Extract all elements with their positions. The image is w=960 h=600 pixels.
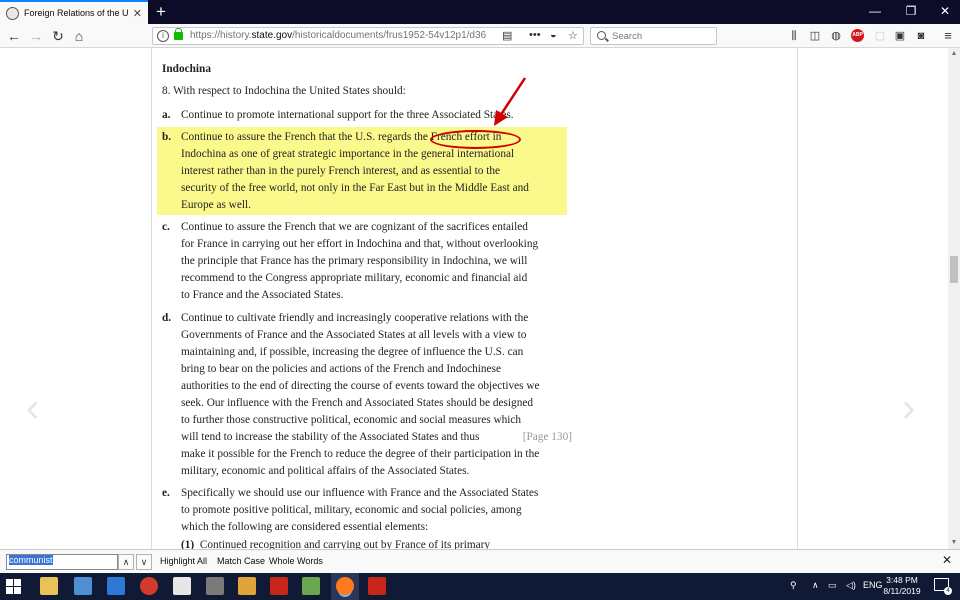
reload-icon[interactable]: ↻ [49, 27, 67, 45]
sublime-text-icon[interactable] [238, 577, 256, 595]
column-divider [151, 48, 152, 549]
library-icon[interactable]: ⫼ [786, 28, 802, 44]
subitem-1: (1) Continued recognition and carrying o… [181, 539, 491, 549]
scroll-down-arrow-icon[interactable]: ▼ [948, 537, 960, 549]
clock-time: 3:48 PM [886, 575, 918, 585]
screenshot-icon[interactable]: ▣ [892, 28, 908, 44]
acrobat-icon[interactable] [270, 577, 288, 595]
list-item-d: Continue to cultivate friendly and incre… [181, 312, 572, 477]
previous-document-arrow-icon[interactable]: ‹ [26, 388, 39, 428]
show-hidden-icons[interactable]: ∧ [812, 580, 819, 591]
state-dept-seal-icon [6, 6, 19, 20]
back-arrow-icon[interactable]: ← [5, 27, 23, 45]
tab-foreign-relations[interactable]: Foreign Relations of the United ✕ [0, 0, 148, 24]
camera-icon[interactable]: ◙ [913, 28, 929, 44]
page-reference-link[interactable]: [Page 130] [523, 429, 572, 446]
firefox-icon[interactable] [336, 577, 354, 595]
windows-start-icon[interactable] [6, 579, 22, 595]
scrollbar-thumb[interactable] [950, 256, 958, 283]
search-placeholder: Search [612, 31, 643, 42]
item-label-a: a. [162, 109, 171, 121]
menu-icon[interactable]: ≡ [940, 28, 956, 44]
annotation-circle [430, 130, 521, 149]
find-bar-close-icon[interactable]: ✕ [942, 553, 952, 567]
whole-words-toggle[interactable]: Whole Words [269, 556, 323, 566]
extension-blank-icon[interactable]: ▢ [872, 28, 888, 44]
notification-count-badge: 4 [944, 587, 952, 595]
notepad-plus-plus-icon[interactable] [302, 577, 320, 595]
network-icon[interactable]: ▭ [828, 580, 837, 591]
next-document-arrow-icon[interactable]: › [902, 388, 915, 428]
reader-view-icon[interactable]: ▤ [502, 29, 512, 42]
people-icon[interactable]: ⚲ [790, 580, 797, 591]
list-item-c: Continue to assure the French that we ar… [181, 221, 539, 301]
sidebar-icon[interactable]: ◫ [807, 28, 823, 44]
windows-taskbar: ⚲ ∧ ▭ ◁) ENG 3:48 PM 8/11/2019 4 [0, 573, 960, 600]
item-label-e: e. [162, 487, 170, 499]
site-info-icon[interactable]: i [157, 30, 169, 42]
pocket-icon[interactable]: ◒ [550, 29, 557, 41]
address-bar[interactable]: i https://history.state.gov/historicaldo… [152, 27, 584, 45]
tab-title: Foreign Relations of the United [24, 8, 128, 18]
navigation-toolbar: ← → ↻ ⌂ i https://history.state.gov/hist… [0, 24, 960, 48]
document-app-icon[interactable] [74, 577, 92, 595]
forward-arrow-icon[interactable]: → [27, 27, 45, 45]
acrobat-reader-icon[interactable] [368, 577, 386, 595]
maximize-button[interactable]: ❐ [894, 0, 928, 24]
tab-close-icon[interactable]: ✕ [133, 7, 142, 20]
find-input[interactable]: communist [6, 554, 118, 570]
system-clock[interactable]: 3:48 PM 8/11/2019 [872, 575, 932, 597]
item-label-b: b. [162, 131, 172, 143]
text-editor-icon[interactable] [206, 577, 224, 595]
tab-strip: Foreign Relations of the United ✕ + — ❐ … [0, 0, 960, 24]
find-bar: communist ∧ ∨ Highlight All Match Case W… [0, 549, 960, 573]
paragraph-intro: 8. With respect to Indochina the United … [162, 85, 406, 97]
powershell-icon[interactable] [107, 577, 125, 595]
new-tab-button[interactable]: + [151, 1, 171, 23]
scroll-up-arrow-icon[interactable]: ▲ [948, 48, 960, 60]
find-next-button[interactable]: ∨ [136, 554, 152, 570]
search-input[interactable]: Search [590, 27, 717, 45]
minimize-button[interactable]: — [858, 0, 892, 24]
find-previous-button[interactable]: ∧ [118, 554, 134, 570]
file-explorer-icon[interactable] [40, 577, 58, 595]
bookmark-star-icon[interactable]: ☆ [568, 29, 578, 42]
volume-icon[interactable]: ◁) [846, 580, 856, 591]
page-actions-icon[interactable]: ••• [529, 29, 541, 41]
padlock-icon[interactable] [174, 28, 183, 40]
url-text[interactable]: https://history.state.gov/historicaldocu… [190, 30, 486, 41]
extension-icon[interactable]: ◍ [828, 28, 844, 44]
search-icon [597, 31, 606, 40]
item-label-c: c. [162, 221, 170, 233]
section-heading: Indochina [162, 63, 211, 75]
clock-date: 8/11/2019 [883, 586, 921, 596]
match-case-toggle[interactable]: Match Case [217, 556, 265, 566]
highlight-all-toggle[interactable]: Highlight All [160, 556, 207, 566]
list-item-e: Specifically we should use our influence… [181, 487, 539, 533]
adblock-plus-icon[interactable]: ABP [851, 29, 864, 42]
close-window-button[interactable]: ✕ [928, 0, 960, 24]
page-content: ‹ › Indochina 8. With respect to Indochi… [0, 48, 948, 549]
home-icon[interactable]: ⌂ [70, 27, 88, 45]
vertical-scrollbar[interactable]: ▲ ▼ [948, 48, 960, 549]
column-divider [797, 48, 798, 549]
media-app-icon[interactable] [140, 577, 158, 595]
window-app-icon[interactable] [173, 577, 191, 595]
item-label-d: d. [162, 312, 172, 324]
annotation-arrow [494, 77, 527, 126]
